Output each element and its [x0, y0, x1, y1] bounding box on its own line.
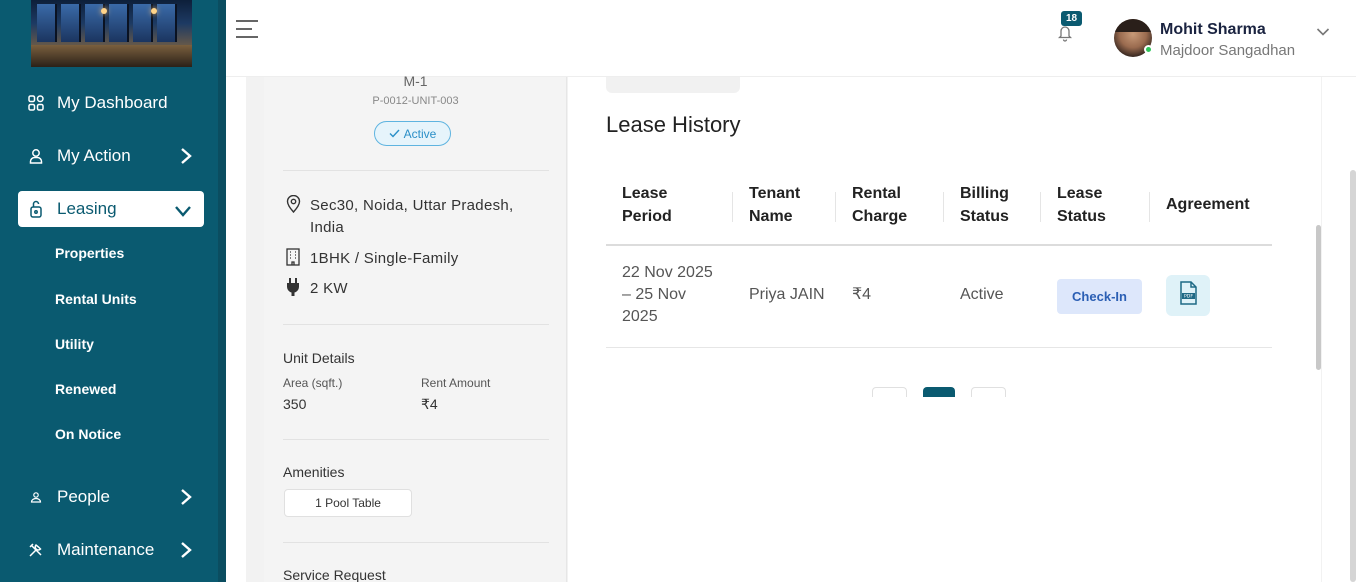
unit-type-text: 1BHK / Single-Family	[310, 250, 459, 267]
sidebar-item-leasing[interactable]: Leasing	[18, 191, 204, 227]
menu-toggle-icon[interactable]	[236, 20, 258, 38]
cell-billing-status: Active	[960, 286, 1004, 303]
pdf-icon: PDF	[1178, 281, 1198, 310]
col-header-lease-period: Lease Period	[622, 185, 672, 225]
sidebar-subitem-rental-units[interactable]: Rental Units	[55, 291, 137, 307]
cell-tenant-name: Priya JAIN	[749, 286, 825, 303]
tab-stub[interactable]	[606, 77, 740, 93]
bell-icon[interactable]	[1057, 24, 1073, 47]
chevron-down-icon[interactable]	[1316, 24, 1330, 42]
column-divider	[943, 192, 944, 222]
card-scrollbar[interactable]	[1316, 225, 1321, 370]
check-icon	[389, 127, 400, 141]
pagination-page-button[interactable]	[923, 387, 955, 397]
area-value: 350	[283, 396, 307, 412]
sidebar-item-label: My Action	[57, 146, 131, 165]
chevron-right-icon	[180, 147, 192, 170]
check-in-button[interactable]: Check-In	[1057, 279, 1142, 314]
unit-address: Sec30, Noida, Uttar Pradesh, India	[284, 195, 550, 239]
user-organization: Majdoor Sangadhan	[1160, 42, 1296, 59]
divider	[283, 542, 549, 543]
area-label: Area (sqft.)	[283, 376, 343, 390]
chevron-down-icon	[174, 202, 192, 222]
column-divider	[1149, 192, 1150, 222]
top-header: 18 Mohit Sharma Majdoor Sangadhan	[226, 0, 1356, 77]
pagination-next-button[interactable]	[971, 387, 1006, 397]
col-header-billing-status: Billing Status	[960, 185, 1009, 225]
agreement-pdf-button[interactable]: PDF	[1166, 275, 1210, 316]
column-divider	[835, 192, 836, 222]
column-divider	[732, 192, 733, 222]
table-header-border	[606, 244, 1272, 246]
people-icon	[25, 491, 47, 503]
sidebar-item-label: People	[57, 487, 110, 506]
grid-icon	[25, 95, 47, 111]
divider	[283, 170, 549, 171]
sidebar-item-people[interactable]: People	[18, 479, 204, 515]
sidebar-item-label: Maintenance	[57, 540, 155, 559]
amenities-label: Amenities	[283, 464, 345, 480]
amenity-chip: 1 Pool Table	[284, 489, 412, 517]
unit-name: M-1	[403, 73, 428, 89]
online-status-dot	[1144, 45, 1153, 54]
divider	[283, 324, 549, 325]
col-header-rental-charge: Rental Charge	[852, 185, 908, 225]
unit-code: P-0012-UNIT-003	[372, 95, 459, 107]
pagination-prev-button[interactable]	[872, 387, 907, 397]
sidebar-subitem-utility[interactable]: Utility	[55, 336, 94, 352]
cell-rental-charge: ₹4	[852, 286, 872, 303]
company-logo[interactable]	[31, 0, 192, 67]
rent-value: ₹4	[421, 396, 438, 412]
user-icon	[25, 148, 47, 164]
lease-history-card	[568, 77, 1321, 582]
user-name[interactable]: Mohit Sharma	[1160, 21, 1266, 39]
sidebar: My Dashboard My Action Leasing Propertie…	[0, 0, 226, 582]
chevron-right-icon	[180, 541, 192, 564]
unit-details-label: Unit Details	[283, 350, 355, 366]
table-row-border	[606, 347, 1272, 348]
sidebar-scroll-track[interactable]	[218, 0, 226, 582]
chevron-right-icon	[180, 488, 192, 511]
col-header-tenant-name: Tenant Name	[749, 185, 801, 225]
power-text: 2 KW	[310, 280, 348, 297]
status-text: Active	[403, 126, 437, 141]
cell-lease-period: 22 Nov 2025 – 25 Nov 2025	[622, 264, 713, 325]
sidebar-subitem-on-notice[interactable]: On Notice	[55, 426, 121, 442]
status-badge: Active	[374, 121, 451, 146]
key-icon	[25, 200, 47, 218]
sidebar-item-my-action[interactable]: My Action	[18, 138, 204, 174]
tools-icon	[25, 542, 47, 558]
sidebar-subitem-properties[interactable]: Properties	[55, 245, 124, 261]
notification-badge: 18	[1061, 11, 1083, 26]
unit-power: 2 KW	[284, 278, 550, 300]
sidebar-item-label: Leasing	[57, 199, 117, 218]
divider	[283, 439, 549, 440]
unit-type: 1BHK / Single-Family	[284, 248, 550, 270]
column-divider	[1040, 192, 1041, 222]
col-header-agreement: Agreement	[1166, 196, 1250, 213]
location-pin-icon	[284, 195, 302, 213]
address-text: Sec30, Noida, Uttar Pradesh, India	[310, 197, 514, 236]
building-icon	[284, 248, 302, 266]
service-request-label: Service Request	[283, 567, 386, 582]
col-header-lease-status: Lease Status	[1057, 185, 1106, 225]
lease-history-title: Lease History	[606, 112, 741, 137]
sidebar-item-maintenance[interactable]: Maintenance	[18, 532, 204, 568]
plug-icon	[284, 278, 302, 296]
sidebar-item-label: My Dashboard	[57, 93, 168, 112]
rent-label: Rent Amount	[421, 376, 491, 390]
page-scrollbar[interactable]	[1350, 170, 1356, 582]
svg-text:PDF: PDF	[1184, 294, 1193, 300]
sidebar-subitem-renewed[interactable]: Renewed	[55, 381, 116, 397]
sidebar-item-dashboard[interactable]: My Dashboard	[18, 85, 204, 121]
